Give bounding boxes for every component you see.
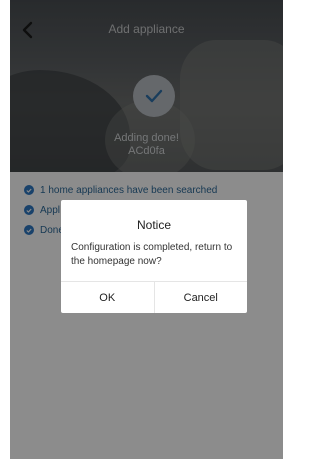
- notice-dialog: Notice Configuration is completed, retur…: [61, 200, 247, 313]
- dialog-actions: OK Cancel: [61, 281, 247, 313]
- cancel-button[interactable]: Cancel: [153, 282, 248, 313]
- dialog-message: Configuration is completed, return to th…: [71, 242, 233, 267]
- dialog-title: Notice: [136, 218, 171, 232]
- ok-button[interactable]: OK: [61, 282, 154, 313]
- app-screen: Add appliance Adding done! ACd0fa 1 home…: [10, 0, 283, 459]
